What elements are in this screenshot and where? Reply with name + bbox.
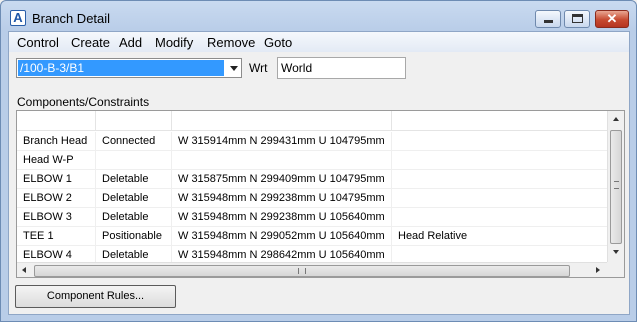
scroll-up-icon[interactable]: [613, 117, 619, 121]
component-status: Deletable: [96, 170, 172, 189]
grip-icon: [298, 268, 306, 274]
component-position: W 315948mm N 299238mm U 105640mm: [172, 208, 392, 227]
menu-modify[interactable]: Modify: [155, 35, 193, 50]
menu-control[interactable]: Control: [17, 35, 59, 50]
table-row[interactable]: ELBOW 2 Deletable W 315948mm N 299238mm …: [17, 189, 607, 208]
component-status: [96, 151, 172, 170]
minimize-icon: [544, 20, 553, 23]
table-row[interactable]: ELBOW 3 Deletable W 315948mm N 299238mm …: [17, 208, 607, 227]
component-rules-button[interactable]: Component Rules...: [15, 285, 176, 308]
component-constraint: [392, 246, 607, 262]
components-grid: Branch Head Connected W 315914mm N 29943…: [16, 110, 625, 278]
component-name: ELBOW 2: [17, 189, 96, 208]
scroll-down-icon[interactable]: [613, 250, 619, 254]
close-icon: ✕: [606, 11, 618, 26]
component-constraint: [392, 208, 607, 227]
maximize-button[interactable]: [564, 10, 590, 28]
menu-remove[interactable]: Remove: [207, 35, 255, 50]
component-name: ELBOW 1: [17, 170, 96, 189]
component-position: W 315948mm N 298642mm U 105640mm: [172, 246, 392, 262]
title-bar[interactable]: A Branch Detail ✕: [1, 1, 636, 31]
component-name: Head W-P: [17, 151, 96, 170]
table-row[interactable]: TEE 1 Positionable W 315948mm N 299052mm…: [17, 227, 607, 246]
table-row[interactable]: ELBOW 1 Deletable W 315875mm N 299409mm …: [17, 170, 607, 189]
component-constraint: [392, 151, 607, 170]
component-status: Deletable: [96, 246, 172, 262]
window-title: Branch Detail: [32, 11, 111, 26]
component-position: W 315948mm N 299052mm U 105640mm: [172, 227, 392, 246]
component-name: TEE 1: [17, 227, 96, 246]
scrollbar-corner: [607, 262, 624, 277]
minimize-button[interactable]: [535, 10, 561, 28]
close-button[interactable]: ✕: [595, 10, 629, 28]
dropdown-arrow-icon[interactable]: [230, 66, 238, 71]
dialog-client-area: Control Create Add Modify Remove Goto /1…: [8, 31, 630, 315]
column-header[interactable]: [392, 111, 607, 131]
app-logo-icon: A: [10, 10, 26, 26]
scroll-left-icon[interactable]: [22, 267, 26, 273]
vertical-scroll-thumb[interactable]: [610, 130, 622, 244]
menu-goto[interactable]: Goto: [264, 35, 292, 50]
table-row[interactable]: Head W-P: [17, 151, 607, 170]
wrt-label: Wrt: [249, 61, 268, 75]
horizontal-scroll-thumb[interactable]: [34, 265, 570, 277]
component-position: W 315948mm N 299238mm U 104795mm: [172, 189, 392, 208]
components-constraints-label: Components/Constraints: [17, 95, 150, 109]
component-status: Positionable: [96, 227, 172, 246]
component-constraint: Head Relative: [398, 230, 468, 242]
menu-create[interactable]: Create: [71, 35, 110, 50]
column-header[interactable]: [17, 111, 96, 131]
branch-select[interactable]: /100-B-3/B1: [16, 58, 242, 78]
component-constraint: [392, 189, 607, 208]
wrt-field[interactable]: World: [277, 57, 406, 79]
table-row[interactable]: Branch Head Connected W 315914mm N 29943…: [17, 132, 607, 151]
component-position: W 315875mm N 299409mm U 104795mm: [172, 170, 392, 189]
component-status: Deletable: [96, 189, 172, 208]
grid-rows: Branch Head Connected W 315914mm N 29943…: [17, 132, 607, 262]
grid-header: [17, 111, 607, 131]
component-name: Branch Head: [17, 132, 96, 151]
component-position: W 315914mm N 299431mm U 104795mm: [172, 132, 392, 151]
column-header[interactable]: [96, 111, 172, 131]
component-name: ELBOW 4: [17, 246, 96, 262]
column-header[interactable]: [172, 111, 392, 131]
scroll-right-icon[interactable]: [596, 267, 600, 273]
horizontal-scrollbar[interactable]: [17, 262, 607, 277]
grip-icon: [614, 181, 619, 189]
component-status: Connected: [96, 132, 172, 151]
component-name: ELBOW 3: [17, 208, 96, 227]
component-status: Deletable: [96, 208, 172, 227]
branch-select-value: /100-B-3/B1: [18, 60, 224, 76]
component-constraint: [392, 132, 607, 151]
maximize-icon: [572, 14, 583, 23]
table-row[interactable]: ELBOW 4 Deletable W 315948mm N 298642mm …: [17, 246, 607, 262]
component-position: [172, 151, 392, 170]
component-constraint: [392, 170, 607, 189]
vertical-scrollbar[interactable]: [607, 111, 624, 262]
branch-detail-window: A Branch Detail ✕ Control Create Add Mod…: [0, 0, 637, 322]
menu-add[interactable]: Add: [119, 35, 142, 50]
menu-bar: Control Create Add Modify Remove Goto: [9, 32, 629, 52]
